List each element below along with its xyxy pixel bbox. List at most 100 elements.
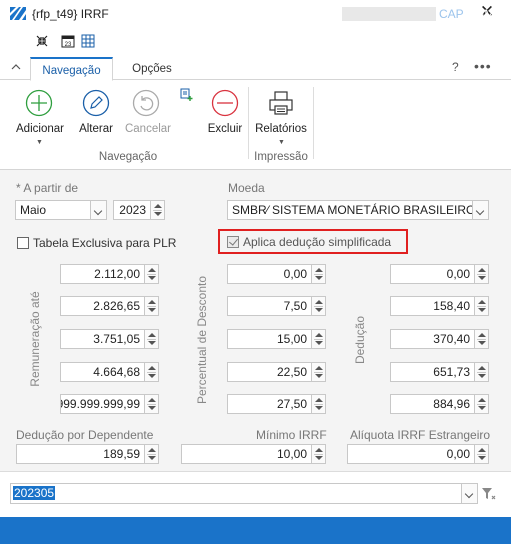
edit-icon[interactable]: [82, 89, 110, 117]
percent-field[interactable]: 27,50: [227, 394, 326, 414]
remuneration-value: 2.112,00: [94, 267, 140, 281]
spin-icon[interactable]: [311, 265, 325, 283]
percent-field[interactable]: 22,50: [227, 362, 326, 382]
start-date-label: * A partir de: [16, 181, 79, 195]
chevron-down-icon[interactable]: [461, 484, 477, 503]
spin-icon[interactable]: [474, 395, 488, 413]
minimum-irrf-label: Mínimo IRRF: [256, 428, 327, 442]
deduction-value: 370,40: [433, 332, 470, 346]
app-icon: [10, 7, 26, 20]
year-value: 2023: [119, 203, 146, 217]
chevron-up-icon[interactable]: [10, 62, 22, 72]
spin-icon[interactable]: [311, 363, 325, 381]
spin-icon[interactable]: [474, 445, 488, 463]
reports-button[interactable]: Relatórios: [252, 123, 310, 135]
spin-icon[interactable]: [474, 363, 488, 381]
spin-icon[interactable]: [474, 330, 488, 348]
collapse-icon[interactable]: [35, 34, 49, 48]
remuneration-value: 2.826,65: [93, 299, 140, 313]
discount-percent-label: Percentual de Desconto: [195, 275, 209, 405]
spin-icon[interactable]: [311, 445, 325, 463]
currency-label: Moeda: [228, 181, 265, 195]
foreign-rate-field[interactable]: 0,00: [347, 444, 489, 464]
remuneration-field[interactable]: 4.664,68: [60, 362, 159, 382]
group-label-impressao: Impressão: [254, 151, 308, 163]
spin-icon[interactable]: [311, 330, 325, 348]
foreign-rate-value: 0,00: [446, 447, 470, 461]
delete-icon[interactable]: [211, 89, 239, 117]
copy-icon[interactable]: [180, 88, 194, 102]
spin-icon[interactable]: [144, 297, 158, 315]
calendar-icon[interactable]: 23: [61, 34, 75, 48]
deduction-field[interactable]: 370,40: [390, 329, 489, 349]
printer-icon[interactable]: [267, 89, 295, 117]
chevron-down-icon[interactable]: ▼: [36, 139, 43, 146]
svg-text:23: 23: [65, 42, 72, 48]
spin-icon[interactable]: [150, 201, 164, 219]
grid-icon[interactable]: [81, 34, 95, 48]
help-icon[interactable]: ?: [452, 60, 459, 74]
year-stepper[interactable]: 2023: [113, 200, 165, 220]
deduction-label: Dedução: [353, 315, 367, 365]
chevron-down-icon[interactable]: [472, 201, 488, 219]
remuneration-field[interactable]: 3.751,05: [60, 329, 159, 349]
minimum-irrf-field[interactable]: 10,00: [181, 444, 326, 464]
status-bar: [0, 517, 511, 544]
percent-value: 7,50: [283, 299, 307, 313]
tab-opcoes[interactable]: Opções: [122, 57, 182, 81]
deduction-value: 651,73: [433, 365, 470, 379]
spin-icon[interactable]: [144, 265, 158, 283]
record-code-input[interactable]: 202305: [10, 483, 478, 504]
remuneration-value: 3.751,05: [93, 332, 140, 346]
undo-icon: [132, 89, 160, 117]
remuneration-label: Remuneração até: [28, 291, 42, 387]
spin-icon[interactable]: [144, 330, 158, 348]
more-icon[interactable]: •••: [474, 58, 492, 74]
deduction-value: 0,00: [446, 267, 470, 281]
spin-icon[interactable]: [144, 363, 158, 381]
dependent-deduction-value: 189,59: [103, 447, 140, 461]
dependent-deduction-field[interactable]: 189,59: [16, 444, 159, 464]
ribbon: Adicionar ▼ Alterar Cancelar Excluir Rel…: [0, 81, 511, 170]
chevron-down-icon[interactable]: ▼: [278, 139, 285, 146]
deduction-field[interactable]: 651,73: [390, 362, 489, 382]
tab-navegacao[interactable]: Navegação: [30, 57, 113, 81]
spin-icon[interactable]: [144, 395, 158, 413]
delete-button[interactable]: Excluir: [203, 123, 247, 135]
spin-icon[interactable]: [311, 395, 325, 413]
percent-value: 22,50: [276, 365, 307, 379]
remuneration-field[interactable]: 2.112,00: [60, 264, 159, 284]
add-button[interactable]: Adicionar: [11, 123, 69, 135]
chevron-down-icon[interactable]: [90, 201, 106, 219]
deduction-field[interactable]: 158,40: [390, 296, 489, 316]
filter-icon[interactable]: [481, 487, 497, 501]
deduction-field[interactable]: 884,96: [390, 394, 489, 414]
record-code-value: 202305: [13, 486, 56, 500]
spin-icon[interactable]: [311, 297, 325, 315]
spin-icon[interactable]: [144, 445, 158, 463]
ribbon-separator: [313, 87, 314, 159]
percent-field[interactable]: 15,00: [227, 329, 326, 349]
percent-field[interactable]: 0,00: [227, 264, 326, 284]
remuneration-field[interactable]: 2.826,65: [60, 296, 159, 316]
dependent-deduction-label: Dedução por Dependente: [16, 428, 154, 442]
highlight-box: [218, 229, 408, 254]
deduction-field[interactable]: 0,00: [390, 264, 489, 284]
window-title: {rfp_t49} IRRF: [32, 7, 109, 21]
edit-button[interactable]: Alterar: [72, 123, 120, 135]
progress-bar: [342, 7, 436, 21]
plr-checkbox[interactable]: [17, 237, 29, 249]
percent-value: 0,00: [283, 267, 307, 281]
remuneration-field[interactable]: 999.999.999,99: [60, 394, 159, 414]
ribbon-separator: [248, 87, 249, 159]
currency-select[interactable]: SMBR⁄ SISTEMA MONETÁRIO BRASILEIRO: [227, 200, 489, 220]
spin-icon[interactable]: [474, 297, 488, 315]
percent-value: 27,50: [276, 397, 307, 411]
percent-field[interactable]: 7,50: [227, 296, 326, 316]
spin-icon[interactable]: [474, 265, 488, 283]
currency-value: SMBR⁄ SISTEMA MONETÁRIO BRASILEIRO: [232, 203, 476, 217]
group-label-navegacao: Navegação: [98, 151, 158, 163]
caps-lock-indicator: CAP: [439, 7, 464, 21]
month-select[interactable]: Maio: [15, 200, 107, 220]
add-icon[interactable]: [25, 89, 53, 117]
